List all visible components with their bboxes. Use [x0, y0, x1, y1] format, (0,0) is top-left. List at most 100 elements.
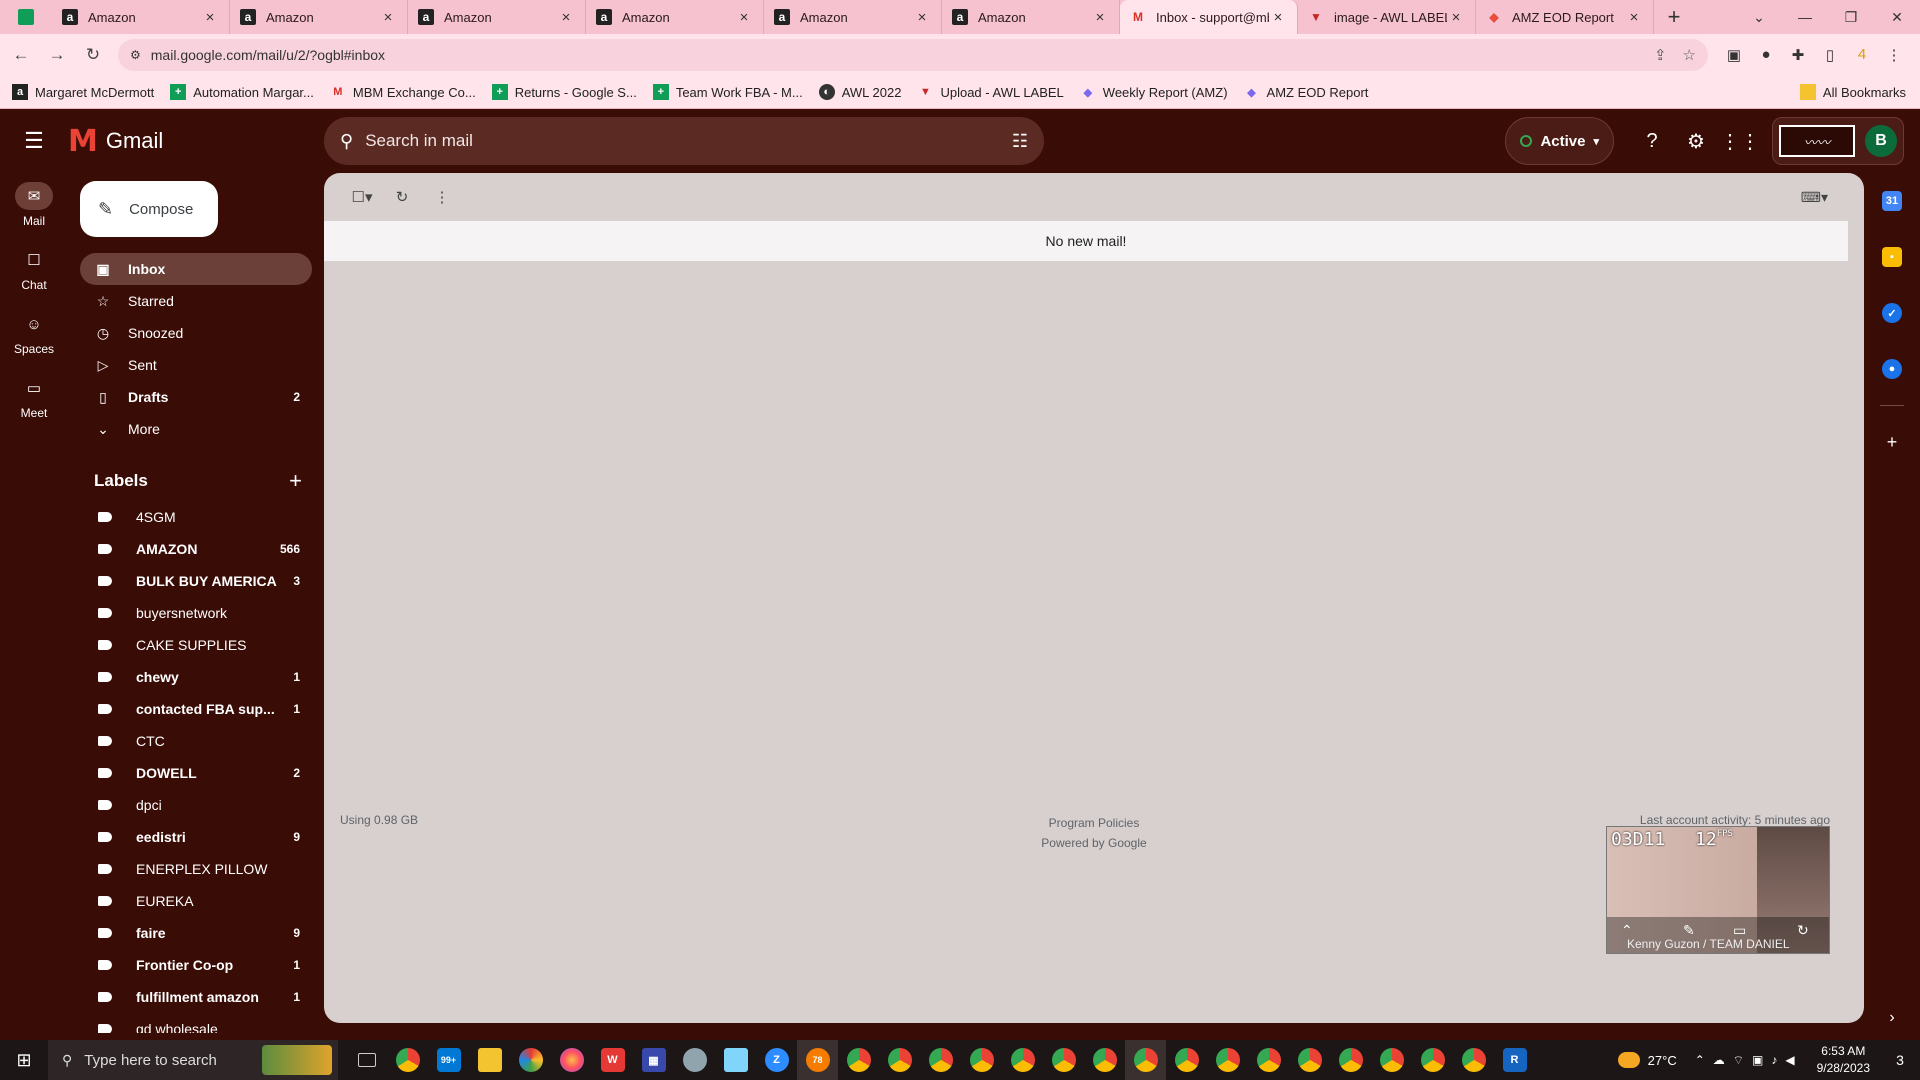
close-icon[interactable]: × [1269, 9, 1287, 26]
label-item[interactable]: AMAZON 566 [68, 533, 324, 565]
close-icon[interactable]: × [1091, 9, 1109, 26]
chrome-profile-icon[interactable] [1125, 1040, 1166, 1080]
search-input[interactable]: ⚲ Search in mail ☷ [324, 117, 1044, 165]
gmail-logo[interactable]: M Gmail [68, 124, 324, 159]
new-tab-button[interactable]: + [1654, 0, 1694, 34]
label-item[interactable]: EUREKA [68, 885, 324, 917]
label-item[interactable]: eedistri 9 [68, 821, 324, 853]
last-activity[interactable]: Last account activity: 5 minutes ago [1640, 813, 1830, 827]
calendar-app[interactable]: 31 [1864, 173, 1920, 229]
bookmark[interactable]: M MBM Exchange Co... [330, 84, 475, 100]
telegram-icon[interactable]: 78 [797, 1040, 838, 1080]
chrome-profile-icon[interactable] [1043, 1040, 1084, 1080]
keep-app[interactable]: ▪ [1864, 229, 1920, 285]
rail-mail[interactable]: ✉ Mail [0, 173, 68, 237]
browser-tab[interactable]: ◆ AMZ EOD Report × [1476, 0, 1654, 34]
url-field[interactable]: ⚙ mail.google.com/mail/u/2/?ogbl#inbox ⇪… [118, 39, 1708, 71]
bookmark[interactable]: + Team Work FBA - M... [652, 84, 803, 100]
r-app-icon[interactable]: R [1494, 1040, 1535, 1080]
folder-starred[interactable]: ☆ Starred [68, 285, 312, 317]
label-item[interactable]: dpci [68, 789, 324, 821]
label-item[interactable]: faire 9 [68, 917, 324, 949]
folder-more[interactable]: ⌄ More [68, 413, 312, 445]
folder-snoozed[interactable]: ◷ Snoozed [68, 317, 312, 349]
bookmark[interactable]: ◐ AWL 2022 [818, 84, 901, 100]
bookmark-star-icon[interactable]: ☆ [1683, 46, 1696, 64]
firefox-icon[interactable] [551, 1040, 592, 1080]
taskbar-search-input[interactable]: ⚲ Type here to search [48, 1040, 338, 1080]
close-icon[interactable]: × [735, 9, 753, 26]
input-tools-icon[interactable]: ⌨▾ [1801, 189, 1828, 206]
close-icon[interactable]: × [201, 9, 219, 26]
chrome-profile-icon[interactable] [1330, 1040, 1371, 1080]
site-info-icon[interactable]: ⚙ [130, 48, 141, 62]
label-item[interactable]: CAKE SUPPLIES [68, 629, 324, 661]
taskbar-clock[interactable]: 6:53 AM 9/28/2023 [1817, 1043, 1870, 1077]
bookmark[interactable]: + Returns - Google S... [491, 84, 637, 100]
browser-tab[interactable]: a Amazon × [52, 0, 230, 34]
browser-tab[interactable]: a Amazon × [764, 0, 942, 34]
chrome-profile-icon[interactable] [1371, 1040, 1412, 1080]
side-panel-icon[interactable]: ▯ [1814, 46, 1846, 64]
browser-tab[interactable]: ▼ image - AWL LABEL × [1298, 0, 1476, 34]
bookmark[interactable]: ◆ Weekly Report (AMZ) [1080, 84, 1228, 100]
bookmark[interactable]: ◆ AMZ EOD Report [1244, 84, 1368, 100]
tray-icons[interactable]: ⌃☁⌔▣♪◀ [1695, 1053, 1803, 1068]
mail-app-icon[interactable]: 99+ [428, 1040, 469, 1080]
extension-icon[interactable]: ● [1750, 46, 1782, 64]
browser-tab[interactable]: a Amazon × [408, 0, 586, 34]
label-item[interactable]: 4SGM [68, 501, 324, 533]
select-all-checkbox[interactable]: ☐▾ [342, 188, 382, 206]
chrome-profile-icon[interactable] [961, 1040, 1002, 1080]
label-item[interactable]: DOWELL 2 [68, 757, 324, 789]
bookmark[interactable]: a Margaret McDermott [12, 84, 154, 100]
chrome-profile-icon[interactable] [1207, 1040, 1248, 1080]
apps-grid-icon[interactable]: ⋮⋮ [1718, 129, 1762, 154]
tasks-app[interactable]: ✓ [1864, 285, 1920, 341]
reload-button[interactable]: ↻ [78, 45, 108, 65]
label-item[interactable]: buyersnetwork [68, 597, 324, 629]
compose-button[interactable]: ✎ Compose [80, 181, 218, 237]
chrome-profile-icon[interactable] [838, 1040, 879, 1080]
label-item[interactable]: CTC [68, 725, 324, 757]
task-view-icon[interactable] [346, 1040, 387, 1080]
rail-chat[interactable]: ☐ Chat [0, 237, 68, 301]
chrome-profile-icon[interactable] [1002, 1040, 1043, 1080]
browser-tab[interactable]: a Amazon × [230, 0, 408, 34]
chrome-profile-icon[interactable] [1166, 1040, 1207, 1080]
file-explorer-icon[interactable] [469, 1040, 510, 1080]
notification-center-icon[interactable]: 3 [1880, 1052, 1920, 1068]
video-call-overlay[interactable]: 03D11 12FPS ⌃ ✎ ▭ ↻ Kenny Guzon / TEAM D… [1606, 826, 1830, 954]
search-icon[interactable]: ⚲ [340, 131, 353, 152]
close-icon[interactable]: × [1625, 9, 1643, 26]
help-icon[interactable]: ? [1630, 130, 1674, 153]
main-menu-icon[interactable]: ☰ [0, 128, 68, 154]
chrome-profile-icon[interactable] [1453, 1040, 1494, 1080]
folder-drafts[interactable]: ▯ Drafts 2 [68, 381, 312, 413]
photos-icon[interactable] [510, 1040, 551, 1080]
chrome-icon[interactable] [387, 1040, 428, 1080]
extension-icon[interactable]: ▣ [1718, 46, 1750, 64]
get-addons-button[interactable]: + [1864, 414, 1920, 470]
sheets-pinned-tab[interactable] [0, 0, 52, 34]
zoom-icon[interactable]: Z [756, 1040, 797, 1080]
maximize-button[interactable]: ❐ [1828, 0, 1874, 34]
bookmark[interactable]: ▼ Upload - AWL LABEL [917, 84, 1064, 100]
windows-start-icon[interactable]: ⊞ [0, 1050, 48, 1071]
rail-spaces[interactable]: ☺ Spaces [0, 301, 68, 365]
all-bookmarks-folder[interactable]: All Bookmarks [1799, 84, 1906, 100]
close-window-button[interactable]: ✕ [1874, 0, 1920, 34]
label-item[interactable]: fulfillment amazon 1 [68, 981, 324, 1013]
contacts-app[interactable]: ● [1864, 341, 1920, 397]
browser-tab[interactable]: a Amazon × [586, 0, 764, 34]
close-icon[interactable]: × [913, 9, 931, 26]
avatar[interactable]: B [1865, 125, 1897, 157]
close-icon[interactable]: × [379, 9, 397, 26]
tab-search-icon[interactable]: ⌄ [1736, 0, 1782, 34]
back-button[interactable]: ← [6, 45, 36, 65]
folder-inbox[interactable]: ▣ Inbox [80, 253, 312, 285]
share-icon[interactable]: ⇪ [1654, 46, 1667, 64]
label-item[interactable]: contacted FBA sup... 1 [68, 693, 324, 725]
minimize-button[interactable]: — [1782, 0, 1828, 34]
more-options-icon[interactable]: ⋮ [422, 188, 462, 206]
